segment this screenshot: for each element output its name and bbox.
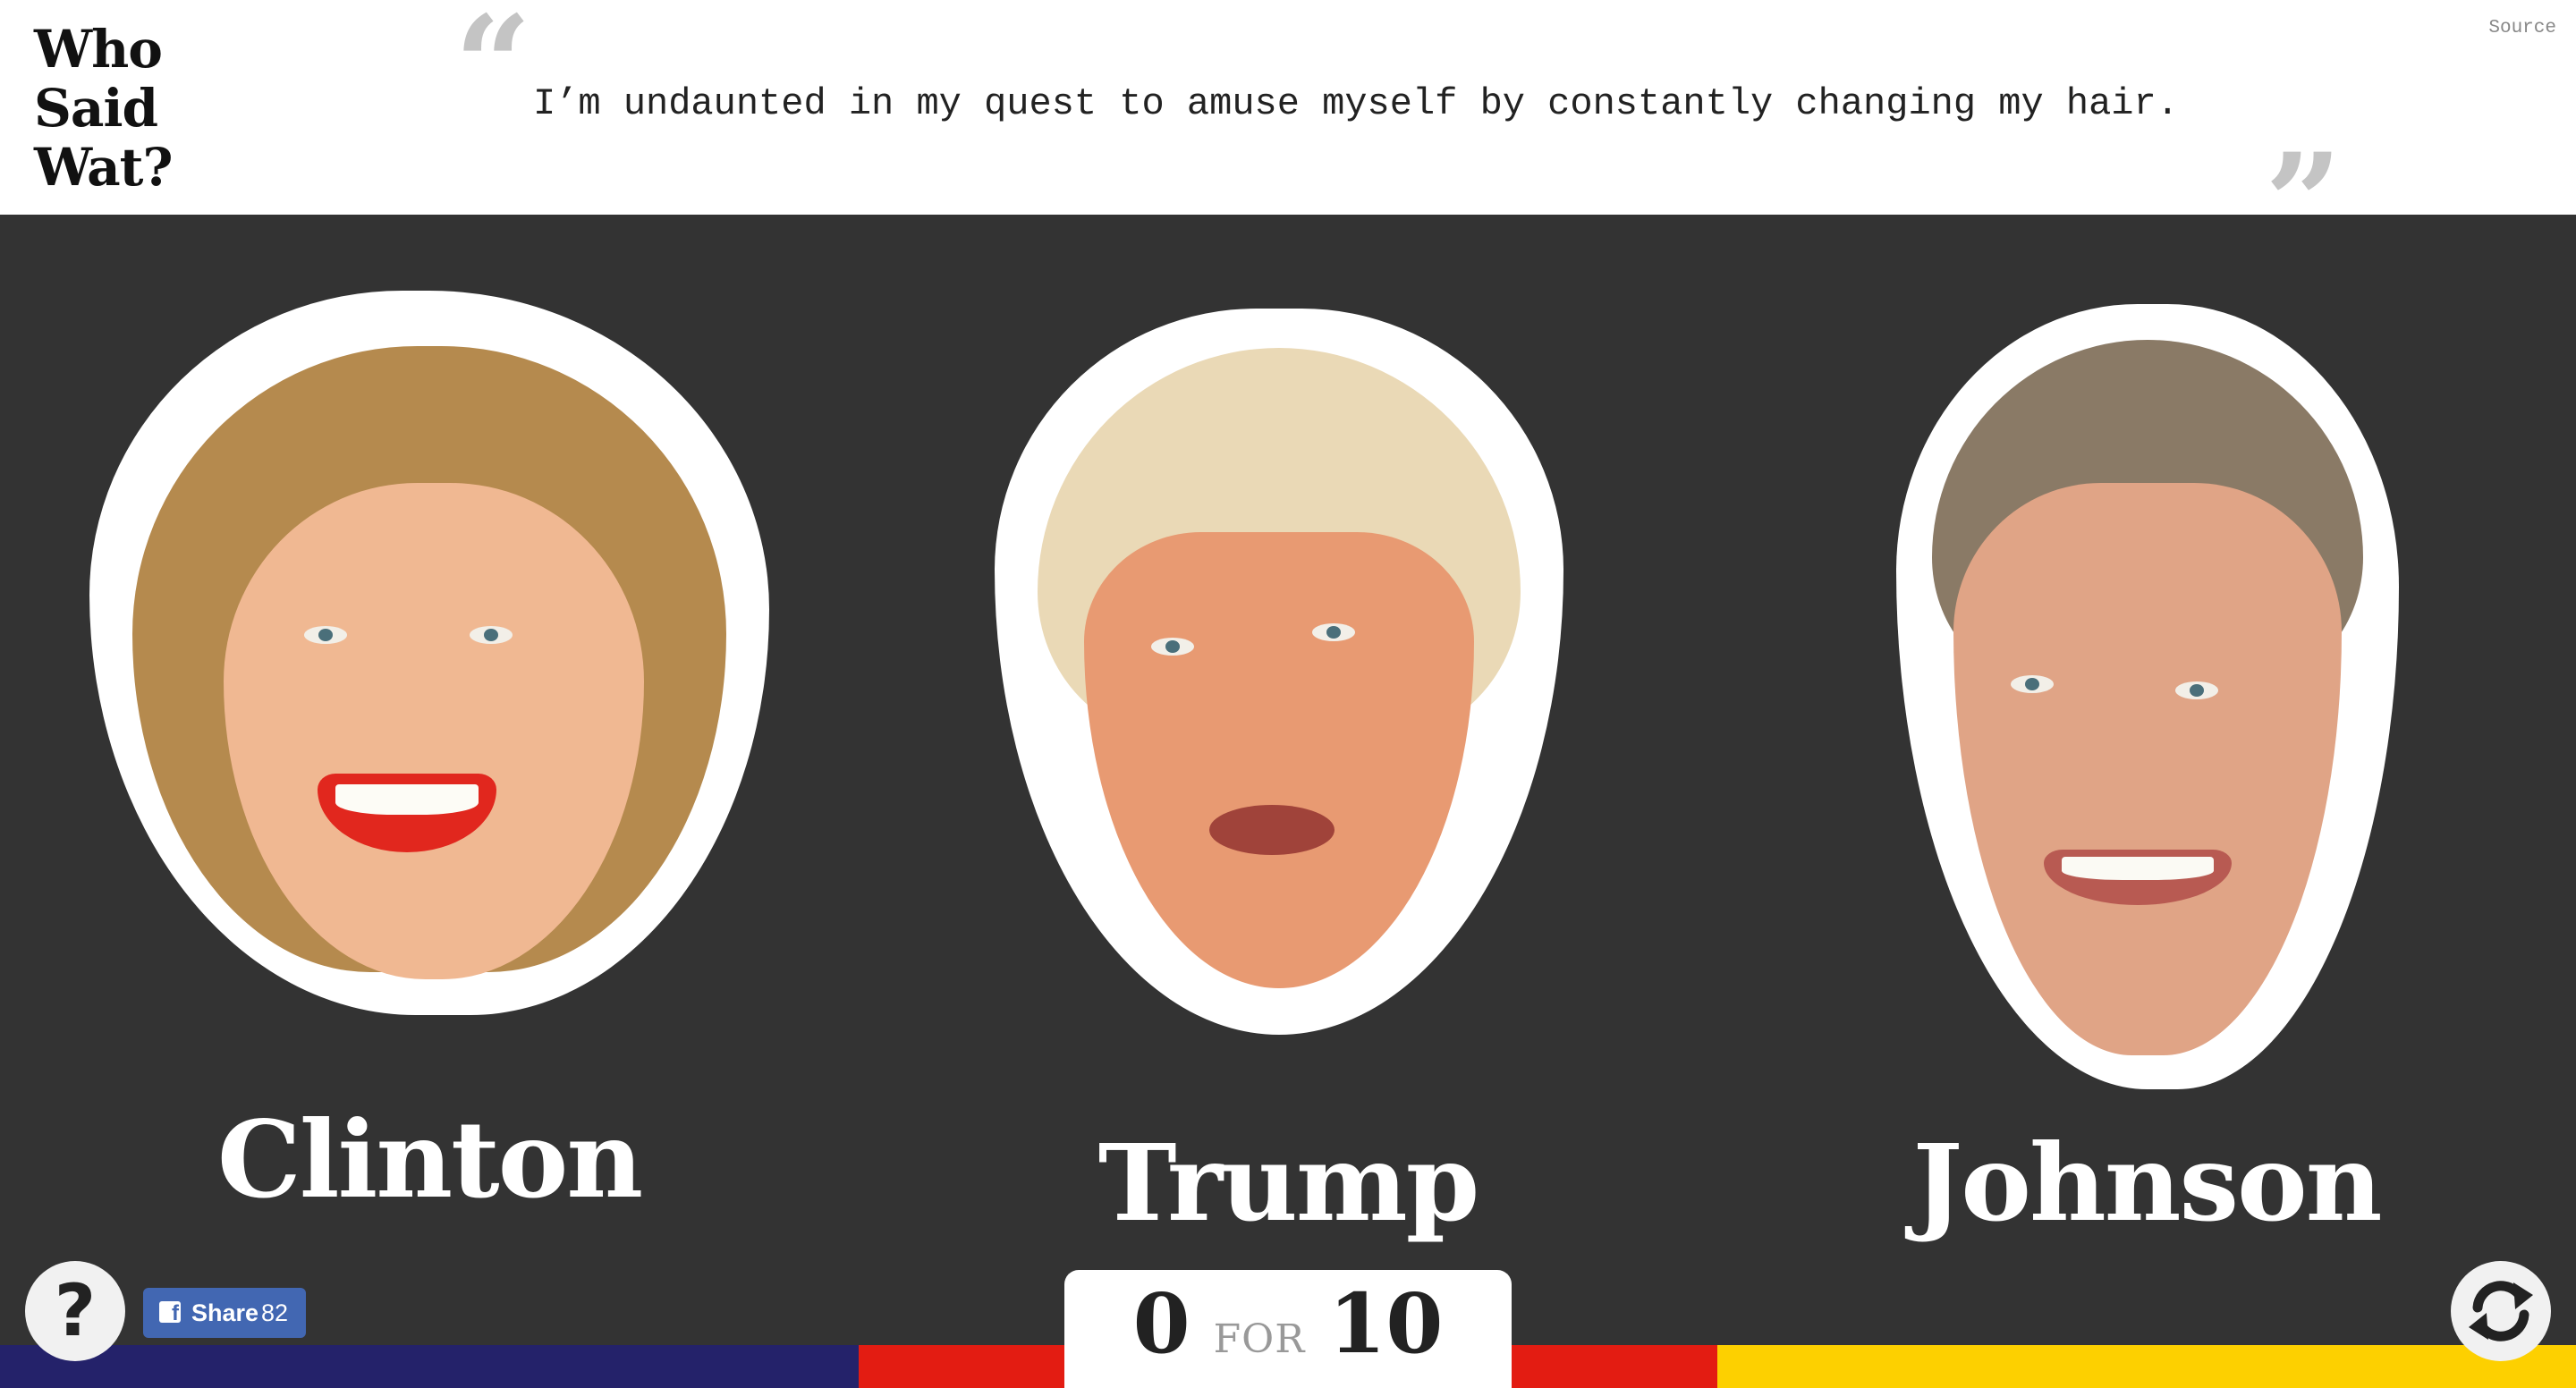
left-eye [1151,638,1194,656]
share-count: 82 [261,1299,289,1326]
teeth [335,784,479,815]
logo-line-2: Said [34,78,158,139]
left-eye [304,626,347,644]
candidate-name-trump[interactable]: Trump [1020,1130,1556,1236]
mouth [1209,805,1335,855]
close-quote-icon: ” [2265,124,2343,282]
logo[interactable]: Who Said Wat? [34,20,231,197]
facebook-icon: f [159,1301,181,1323]
right-eye [1312,623,1355,641]
candidate-trump[interactable] [995,309,1563,1035]
candidate-clinton[interactable] [89,291,769,1042]
logo-line-3: Wat? [34,137,173,198]
right-eye [2175,681,2218,699]
logo-line-1: Who [34,19,163,80]
help-button[interactable]: ? [25,1261,125,1361]
stripe-blue [0,1345,859,1388]
score-box: 0 FOR 10 [1064,1270,1512,1388]
question-mark-icon: ? [54,1269,97,1352]
header-bar: Who Said Wat? “ I’m undaunted in my ques… [0,0,2576,270]
quote-text: I’m undaunted in my quest to amuse mysel… [533,82,2179,125]
share-label: Share [191,1299,259,1326]
teeth [2062,857,2214,880]
stripe-yellow [1717,1345,2576,1388]
candidate-name-clinton[interactable]: Clinton [161,1107,698,1213]
score-correct: 0 [1132,1275,1191,1372]
facebook-share-button[interactable]: f Share 82 [143,1288,306,1338]
right-eye [470,626,513,644]
source-link[interactable]: Source [2488,18,2556,38]
score-total: 10 [1328,1275,1444,1372]
score-separator: FOR [1213,1316,1306,1362]
refresh-icon [2469,1281,2533,1341]
candidate-name-johnson[interactable]: Johnson [1878,1130,2415,1236]
refresh-button[interactable] [2451,1261,2551,1361]
left-eye [2011,675,2054,693]
open-quote-icon: “ [454,0,532,144]
candidate-johnson[interactable] [1896,304,2399,1089]
